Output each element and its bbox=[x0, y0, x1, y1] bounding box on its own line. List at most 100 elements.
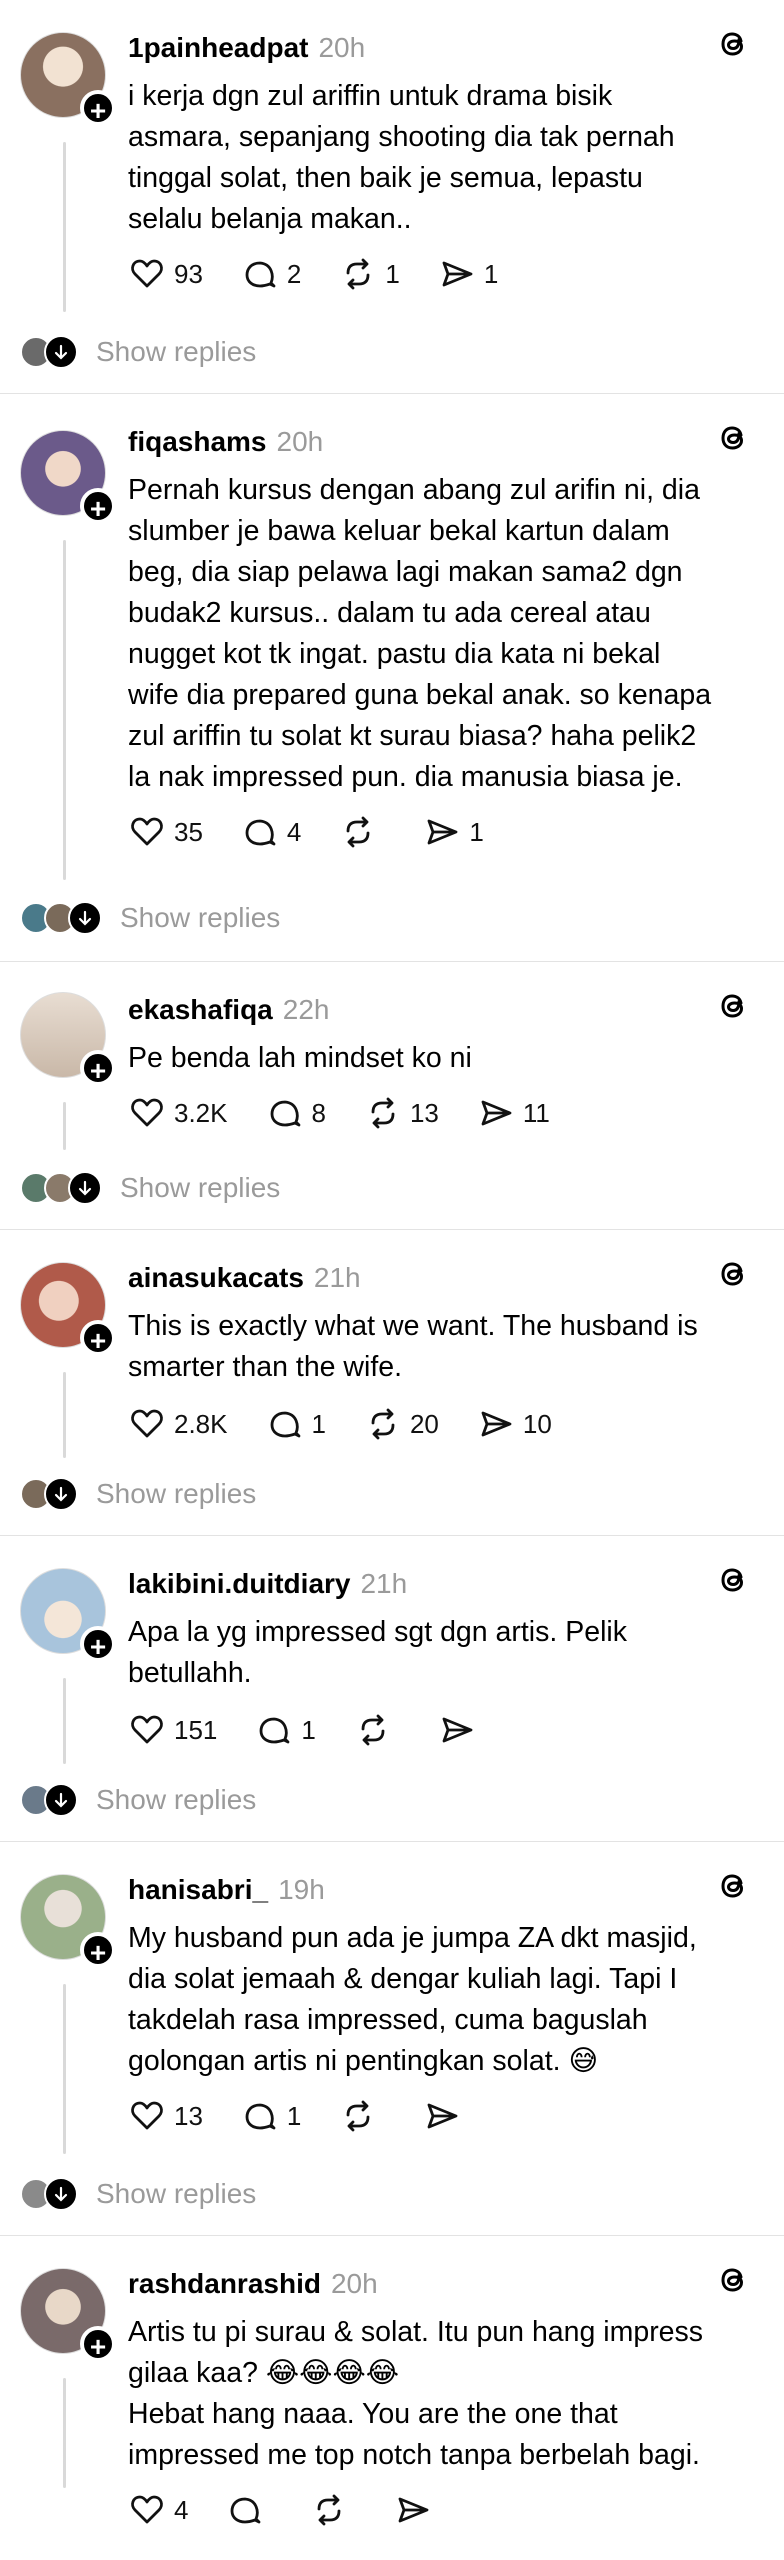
threads-icon[interactable] bbox=[714, 418, 754, 458]
arrow-down-icon bbox=[68, 1171, 102, 1205]
share-button[interactable] bbox=[394, 2491, 440, 2529]
follow-plus-icon[interactable]: + bbox=[80, 1050, 116, 1086]
comment-button[interactable]: 1 bbox=[255, 1711, 316, 1749]
show-replies-link[interactable]: Show replies bbox=[120, 902, 280, 934]
avatar[interactable]: + bbox=[20, 1262, 116, 1356]
show-replies-link[interactable]: Show replies bbox=[120, 1172, 280, 1204]
comment-icon bbox=[245, 819, 276, 846]
repost-icon bbox=[371, 1097, 395, 1129]
repost-button[interactable] bbox=[339, 2097, 385, 2135]
share-button[interactable]: 10 bbox=[477, 1405, 552, 1443]
repost-button[interactable] bbox=[354, 1711, 400, 1749]
repost-icon bbox=[346, 2100, 370, 2132]
comment-button[interactable]: 2 bbox=[241, 255, 301, 293]
like-count: 35 bbox=[174, 816, 203, 847]
arrow-down-icon bbox=[44, 1477, 78, 1511]
thread-line bbox=[63, 540, 66, 880]
threads-icon[interactable] bbox=[714, 1254, 754, 1294]
like-count: 93 bbox=[174, 258, 203, 289]
avatar[interactable]: + bbox=[20, 1568, 116, 1662]
share-button[interactable]: 1 bbox=[423, 813, 484, 851]
threads-icon[interactable] bbox=[714, 1866, 754, 1906]
post-text: i kerja dgn zul ariffin untuk drama bisi… bbox=[128, 80, 675, 235]
share-count: 1 bbox=[483, 258, 499, 289]
comment-count: 1 bbox=[286, 2100, 302, 2131]
arrow-down-icon bbox=[44, 2177, 78, 2211]
repost-button[interactable] bbox=[310, 2491, 356, 2529]
username[interactable]: fiqashams bbox=[128, 426, 267, 458]
show-replies-link[interactable]: Show replies bbox=[96, 1784, 256, 1816]
show-replies-row[interactable]: Show replies bbox=[20, 330, 256, 374]
like-count: 2.8K bbox=[174, 1408, 228, 1439]
comment-button[interactable] bbox=[226, 2491, 272, 2529]
follow-plus-icon[interactable]: + bbox=[80, 2326, 116, 2362]
repost-icon bbox=[346, 816, 370, 848]
like-button[interactable]: 4 bbox=[128, 2491, 188, 2529]
send-icon bbox=[481, 1100, 512, 1126]
threads-icon[interactable] bbox=[714, 1560, 754, 1600]
threads-icon[interactable] bbox=[714, 986, 754, 1026]
send-icon bbox=[427, 819, 458, 845]
avatar[interactable]: + bbox=[20, 32, 116, 126]
show-replies-row[interactable]: Show replies bbox=[20, 2172, 256, 2216]
avatar[interactable]: + bbox=[20, 430, 116, 524]
comment-button[interactable]: 4 bbox=[241, 813, 301, 851]
reply-post: + ekashafiqa 22h Pe benda lah mindset ko… bbox=[0, 962, 784, 1230]
replies-feed: + 1painheadpat 20h i kerja dgn zul ariff… bbox=[0, 0, 784, 2560]
comment-count: 2 bbox=[286, 258, 302, 289]
show-replies-row[interactable]: Show replies bbox=[20, 1472, 256, 1516]
avatar[interactable]: + bbox=[20, 992, 116, 1086]
like-button[interactable]: 13 bbox=[128, 2097, 203, 2135]
repost-icon bbox=[371, 1408, 395, 1440]
like-button[interactable]: 151 bbox=[128, 1711, 217, 1749]
like-button[interactable]: 35 bbox=[128, 813, 203, 851]
send-icon bbox=[481, 1411, 512, 1437]
username[interactable]: ekashafiqa bbox=[128, 994, 273, 1026]
share-button[interactable]: 11 bbox=[477, 1094, 550, 1132]
threads-icon[interactable] bbox=[714, 2260, 754, 2300]
like-count: 4 bbox=[174, 2494, 189, 2525]
timestamp: 19h bbox=[278, 1874, 325, 1905]
follow-plus-icon[interactable]: + bbox=[80, 1932, 116, 1968]
comment-button[interactable]: 8 bbox=[266, 1094, 326, 1132]
share-button[interactable] bbox=[423, 2097, 469, 2135]
comment-button[interactable]: 1 bbox=[241, 2097, 301, 2135]
threads-icon[interactable] bbox=[714, 24, 754, 64]
timestamp: 20h bbox=[318, 32, 366, 63]
username[interactable]: rashdanrashid bbox=[128, 2268, 321, 2300]
show-replies-row[interactable]: Show replies bbox=[20, 1166, 280, 1210]
follow-plus-icon[interactable]: + bbox=[80, 488, 116, 524]
follow-plus-icon[interactable]: + bbox=[80, 1626, 116, 1662]
like-button[interactable]: 93 bbox=[128, 255, 203, 293]
show-replies-row[interactable]: Show replies bbox=[20, 896, 280, 940]
arrow-down-icon bbox=[44, 1783, 78, 1817]
like-button[interactable]: 2.8K bbox=[128, 1405, 228, 1443]
show-replies-link[interactable]: Show replies bbox=[96, 1478, 256, 1510]
repost-button[interactable]: 20 bbox=[364, 1405, 439, 1443]
username[interactable]: hanisabri_ bbox=[128, 1874, 268, 1906]
comment-button[interactable]: 1 bbox=[266, 1405, 326, 1443]
show-replies-row[interactable]: Show replies bbox=[20, 1778, 256, 1822]
share-button[interactable] bbox=[438, 1711, 484, 1749]
show-replies-link[interactable]: Show replies bbox=[96, 2178, 256, 2210]
comment-icon bbox=[231, 2497, 261, 2524]
username[interactable]: 1painheadpat bbox=[128, 32, 308, 64]
repost-button[interactable]: 13 bbox=[364, 1094, 439, 1132]
follow-plus-icon[interactable]: + bbox=[80, 90, 116, 126]
follow-plus-icon[interactable]: + bbox=[80, 1320, 116, 1356]
avatar[interactable]: + bbox=[20, 1874, 116, 1968]
comment-icon bbox=[245, 261, 276, 288]
username[interactable]: lakibini.duitdiary bbox=[128, 1568, 350, 1600]
repost-count: 13 bbox=[409, 1097, 439, 1128]
like-button[interactable]: 3.2K bbox=[128, 1094, 228, 1132]
repost-button[interactable] bbox=[339, 813, 385, 851]
heart-icon bbox=[131, 2495, 163, 2524]
username[interactable]: ainasukacats bbox=[128, 1262, 304, 1294]
post-text: My husband pun ada je jumpa ZA dkt masji… bbox=[128, 1922, 697, 2077]
repost-button[interactable]: 1 bbox=[339, 255, 400, 293]
reply-post: + lakibini.duitdiary 21h Apa la yg impre… bbox=[0, 1536, 784, 1842]
avatar[interactable]: + bbox=[20, 2268, 116, 2362]
show-replies-link[interactable]: Show replies bbox=[96, 336, 256, 368]
share-button[interactable]: 1 bbox=[438, 255, 498, 293]
thread-line bbox=[63, 1372, 66, 1458]
